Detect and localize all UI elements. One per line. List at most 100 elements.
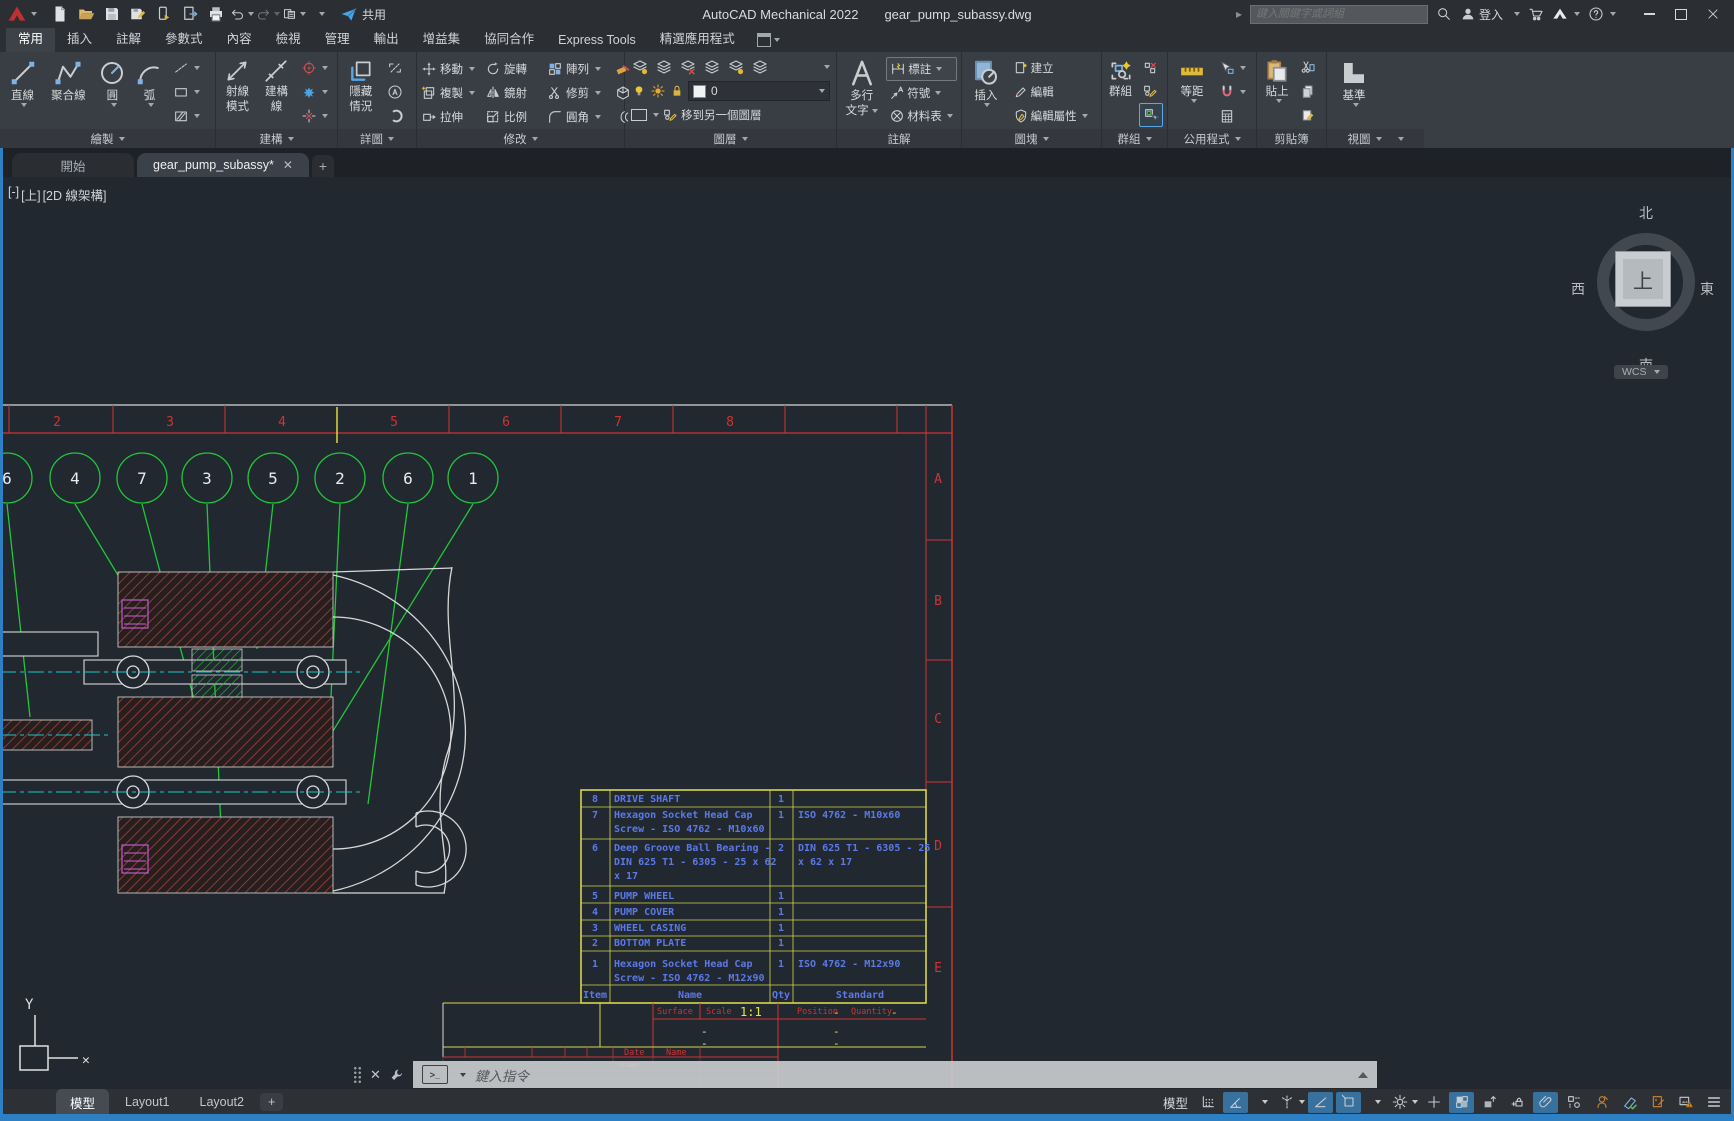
viewport-view-control[interactable]: [上]: [21, 185, 40, 204]
viewport-control-menu[interactable]: [-]: [8, 185, 19, 204]
signin-dropdown-icon[interactable]: [1514, 12, 1520, 16]
viewcube-west[interactable]: 西: [1571, 279, 1585, 299]
signin-button[interactable]: 登入: [1460, 6, 1503, 23]
hidden-situation-button[interactable]: 隱藏 情況: [340, 55, 382, 129]
panel-expander-icon[interactable]: [1398, 137, 1404, 141]
clean-screen-toggle[interactable]: [1533, 1092, 1558, 1113]
polar-tracking-toggle[interactable]: [1223, 1092, 1248, 1113]
save-to-mobile-button[interactable]: [152, 3, 176, 25]
panel-utilities-footer[interactable]: 公用程式: [1168, 129, 1256, 148]
panel-block-footer[interactable]: 圖塊: [962, 129, 1101, 148]
panel-modify-footer[interactable]: 修改: [417, 129, 624, 148]
dimension-button[interactable]: 標註: [886, 57, 957, 81]
tab-annotate[interactable]: 註解: [104, 24, 153, 52]
tab-express-tools[interactable]: Express Tools: [546, 29, 648, 52]
bom-button[interactable]: 材料表: [886, 105, 957, 127]
customization-menu-button[interactable]: [1701, 1092, 1726, 1113]
trim-button[interactable]: 修剪: [545, 81, 613, 105]
layer-isolate-icon[interactable]: [703, 58, 721, 76]
annotation-monitor-button[interactable]: [1589, 1092, 1614, 1113]
minimize-button[interactable]: [1634, 2, 1664, 26]
qat-customize-button[interactable]: [308, 3, 332, 25]
undo-dropdown-icon[interactable]: [248, 12, 254, 16]
tab-insert[interactable]: 插入: [55, 24, 104, 52]
ui-scale-button[interactable]: [1477, 1092, 1502, 1113]
symbol-button[interactable]: 符號: [886, 82, 957, 104]
edit-attributes-button[interactable]: 編輯屬性: [1010, 105, 1097, 127]
panel-annotate-footer[interactable]: 註解: [837, 129, 961, 148]
search-input[interactable]: [1251, 8, 1427, 20]
panel-construct-footer[interactable]: 建構: [216, 129, 337, 148]
polar-tracking-dropdown[interactable]: [1251, 1092, 1276, 1113]
search-collapse-icon[interactable]: ▸: [1236, 7, 1242, 21]
annotation-scale-button[interactable]: [1617, 1092, 1642, 1113]
circle-button[interactable]: 圓: [94, 55, 131, 129]
tab-content[interactable]: 內容: [215, 24, 264, 52]
ribbon-display-toggle[interactable]: [757, 33, 780, 52]
help-button[interactable]: [1588, 6, 1616, 22]
panel-group-footer[interactable]: 群組: [1102, 129, 1167, 148]
layer-on-bulb-icon[interactable]: [631, 83, 647, 99]
application-menu-button[interactable]: [4, 2, 40, 26]
base-view-button[interactable]: 基準: [1329, 55, 1379, 129]
crosshair-toggle[interactable]: [1421, 1092, 1446, 1113]
insert-block-button[interactable]: 插入: [964, 55, 1008, 129]
new-drawing-tab-button[interactable]: +: [312, 155, 334, 177]
search-icon[interactable]: [1436, 6, 1452, 22]
scale-button[interactable]: 比例: [483, 105, 545, 129]
redo-button[interactable]: [256, 3, 280, 25]
edit-block-button[interactable]: 編輯: [1010, 81, 1097, 103]
osnap-toggle[interactable]: [1336, 1092, 1361, 1113]
tab-collaborate[interactable]: 協同合作: [472, 24, 546, 52]
viewcube-east[interactable]: 東: [1700, 279, 1714, 299]
trace-button[interactable]: [1645, 1092, 1670, 1113]
mtext-button[interactable]: 多行 文字: [839, 55, 884, 129]
tab-home[interactable]: 常用: [6, 24, 55, 52]
redo-dropdown-icon[interactable]: [274, 12, 280, 16]
wcs-menu[interactable]: WCS: [1614, 365, 1668, 379]
panel-view-footer[interactable]: 視圖: [1327, 129, 1424, 148]
layout-dropdown-icon[interactable]: [300, 12, 306, 16]
isolate-objects-button[interactable]: [1561, 1092, 1586, 1113]
quick-calculator-button[interactable]: [1216, 105, 1252, 127]
layer-thaw-sun-icon[interactable]: [650, 83, 666, 99]
osnap-dropdown[interactable]: [1364, 1092, 1389, 1113]
layer-freeze-icon[interactable]: [727, 58, 745, 76]
layer-properties-icon[interactable]: [631, 58, 649, 76]
line-button[interactable]: 直線: [2, 55, 43, 129]
tab-featured-apps[interactable]: 精選應用程式: [648, 24, 747, 52]
panel-detail-footer[interactable]: 詳圖: [338, 129, 416, 148]
edge-symbol-button[interactable]: [384, 105, 412, 127]
ucs-icon[interactable]: Y ✕: [20, 997, 90, 1070]
snap-grid-toggle[interactable]: [1195, 1092, 1220, 1113]
file-tab-start[interactable]: 開始: [12, 153, 134, 177]
new-file-button[interactable]: [48, 3, 72, 25]
drawline-flyout-button[interactable]: [170, 57, 211, 79]
move-button[interactable]: 移動: [419, 57, 483, 81]
tab-parametric[interactable]: 參數式: [153, 24, 215, 52]
snap-settings-button[interactable]: [1392, 1092, 1418, 1113]
command-input[interactable]: >_ 鍵入指令: [413, 1061, 1377, 1088]
group-selection-toggle[interactable]: [1139, 103, 1163, 127]
group-edit-button[interactable]: [1139, 80, 1163, 102]
layout-switch-button[interactable]: [282, 3, 306, 25]
panel-clipboard-footer[interactable]: 剪貼簿: [1257, 129, 1326, 148]
section-line-button[interactable]: [384, 57, 412, 79]
layer-unlock-icon[interactable]: [669, 83, 685, 99]
model-space-toggle[interactable]: 模型: [1163, 1093, 1188, 1112]
layer-tools-dropdown-icon[interactable]: [824, 65, 830, 69]
viewcube-north[interactable]: 北: [1639, 203, 1653, 223]
cart-icon[interactable]: [1528, 6, 1544, 22]
measure-button[interactable]: 等距: [1170, 55, 1214, 129]
save-as-button[interactable]: [126, 3, 150, 25]
otrack-toggle[interactable]: [1308, 1092, 1333, 1113]
cut-button[interactable]: [1297, 57, 1322, 79]
command-wrench-icon[interactable]: [389, 1067, 405, 1083]
ungroup-button[interactable]: [1139, 57, 1163, 79]
layer-lock-icon[interactable]: [751, 58, 769, 76]
viewcube[interactable]: 北 西 東 南 上 WCS: [1584, 203, 1708, 389]
file-tab-close-icon[interactable]: ✕: [283, 158, 293, 172]
move-to-layer-label[interactable]: 移到另一個圖層: [681, 107, 762, 123]
save-button[interactable]: [100, 3, 124, 25]
command-close-icon[interactable]: ✕: [370, 1067, 381, 1083]
